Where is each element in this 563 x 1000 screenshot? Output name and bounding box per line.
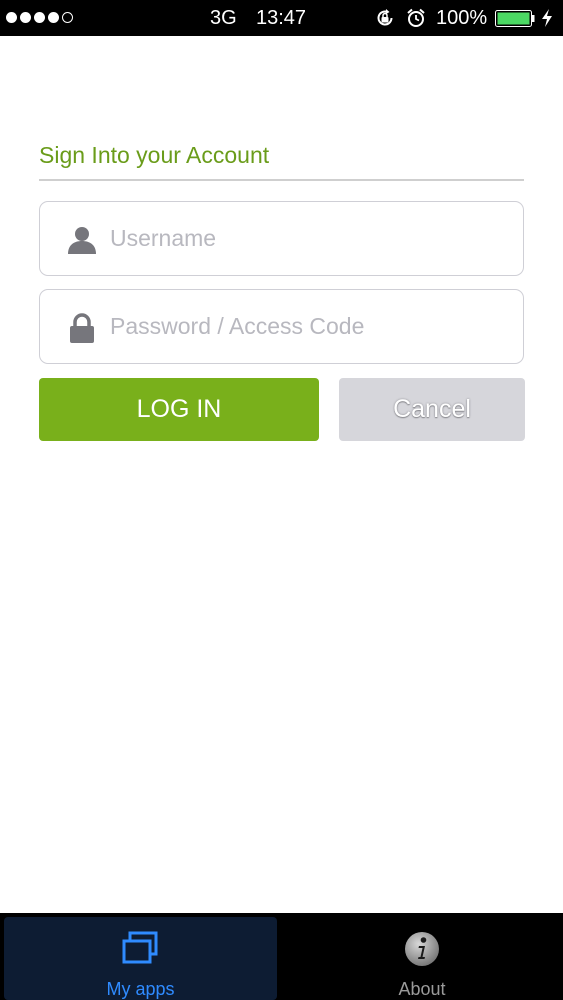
signal-dot xyxy=(48,12,59,23)
battery-icon xyxy=(495,10,535,27)
login-button[interactable]: LOG IN xyxy=(39,378,319,441)
status-bar: 3G 13:47 100% xyxy=(0,0,563,36)
password-input[interactable] xyxy=(110,290,510,362)
signal-dot xyxy=(34,12,45,23)
signal-strength-indicator xyxy=(6,12,73,23)
battery-percent: 100% xyxy=(436,7,488,29)
signal-dot xyxy=(20,12,31,23)
login-title: Sign Into your Account xyxy=(39,142,270,168)
tab-about[interactable]: About xyxy=(285,917,559,1000)
rotation-lock-icon xyxy=(377,9,393,26)
signal-dot xyxy=(6,12,17,23)
username-field[interactable] xyxy=(39,201,524,276)
charging-icon xyxy=(542,9,552,27)
tab-label: My apps xyxy=(106,979,175,999)
tab-my-apps[interactable]: My apps xyxy=(4,917,277,1000)
status-time: 13:47 xyxy=(256,7,307,29)
title-divider xyxy=(39,179,524,181)
password-field[interactable] xyxy=(39,289,524,364)
tab-label: About xyxy=(398,979,446,999)
alarm-icon xyxy=(407,8,425,27)
cancel-button[interactable]: Cancel xyxy=(339,378,525,441)
lock-icon xyxy=(70,313,94,343)
stacked-windows-icon xyxy=(122,931,158,964)
network-type: 3G xyxy=(210,7,237,29)
tab-bar: My apps About xyxy=(0,913,563,1000)
user-icon xyxy=(68,227,96,254)
username-input[interactable] xyxy=(110,202,510,274)
signal-dot-empty xyxy=(62,12,73,23)
info-icon xyxy=(405,932,439,966)
